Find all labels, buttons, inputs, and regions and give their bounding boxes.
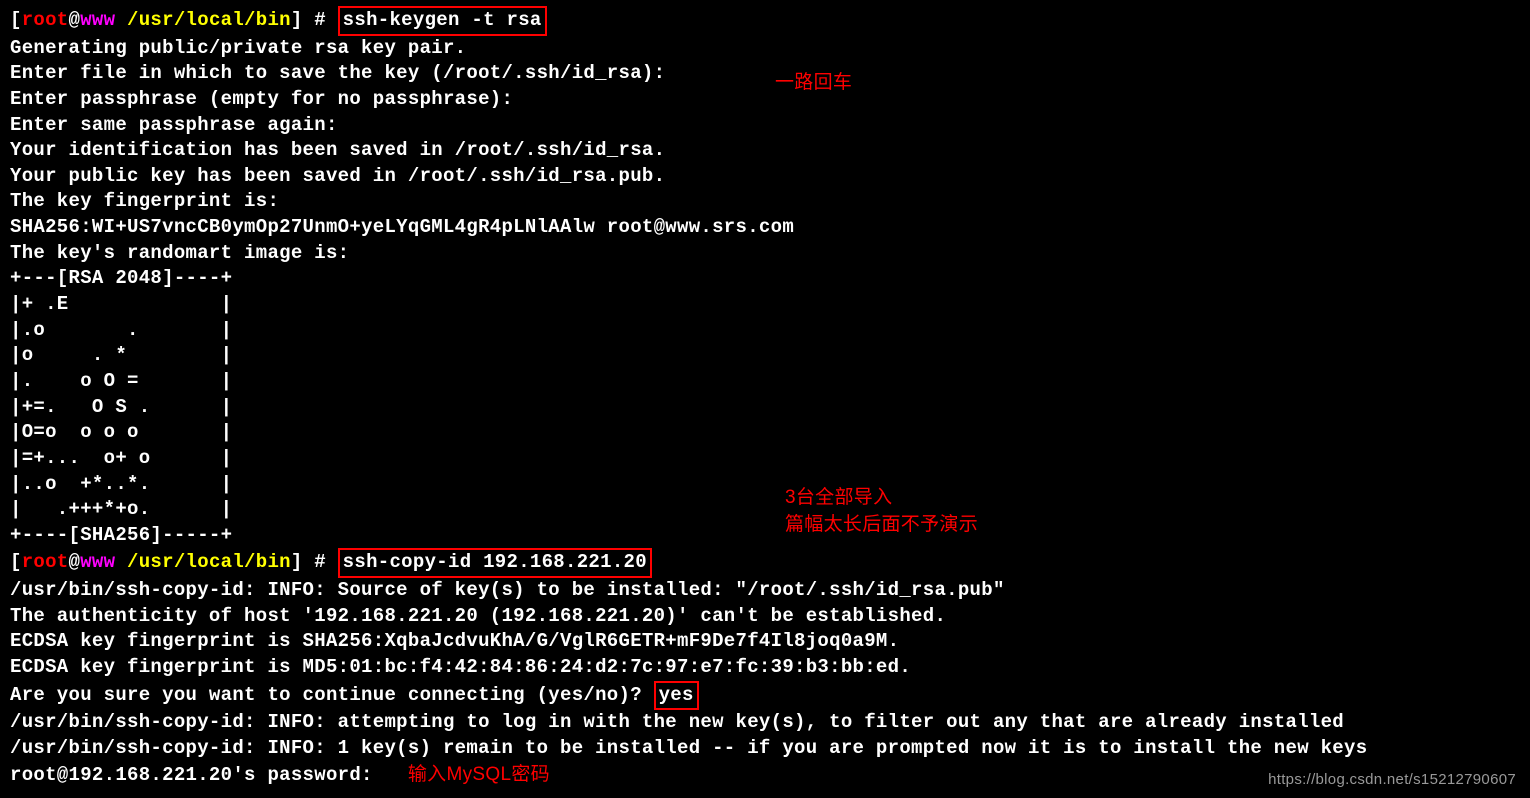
terminal-line: Generating public/private rsa key pair. xyxy=(10,36,1520,62)
randomart-line: | .+++*+o. | xyxy=(10,497,1520,523)
annotation-length: 篇幅太长后面不予演示 xyxy=(785,512,978,538)
watermark: https://blog.csdn.net/s15212790607 xyxy=(1268,770,1516,790)
randomart-line: +---[RSA 2048]----+ xyxy=(10,266,1520,292)
terminal-line: Your identification has been saved in /r… xyxy=(10,138,1520,164)
randomart-line: |=+... o+ o | xyxy=(10,446,1520,472)
terminal-line: ECDSA key fingerprint is MD5:01:bc:f4:42… xyxy=(10,655,1520,681)
command-ssh-copy-id[interactable]: ssh-copy-id 192.168.221.20 xyxy=(338,548,652,578)
terminal-line: The key fingerprint is: xyxy=(10,189,1520,215)
randomart-line: |o . * | xyxy=(10,343,1520,369)
randomart-line: |.o . | xyxy=(10,318,1520,344)
terminal-line: Enter passphrase (empty for no passphras… xyxy=(10,87,1520,113)
terminal-line-prompt1: [root@www /usr/local/bin] # ssh-keygen -… xyxy=(10,6,1520,36)
terminal-line: Enter same passphrase again: xyxy=(10,113,1520,139)
terminal-line: ECDSA key fingerprint is SHA256:XqbaJcdv… xyxy=(10,629,1520,655)
command-ssh-keygen[interactable]: ssh-keygen -t rsa xyxy=(338,6,547,36)
randomart-line: |+=. O S . | xyxy=(10,395,1520,421)
annotation-import: 3台全部导入 xyxy=(785,485,892,511)
annotation-enter: 一路回车 xyxy=(775,70,852,96)
terminal-line: SHA256:WI+US7vncCB0ymOp27UnmO+yeLYqGML4g… xyxy=(10,215,1520,241)
randomart-line: |. o O = | xyxy=(10,369,1520,395)
randomart-line: |..o +*..*. | xyxy=(10,472,1520,498)
randomart-line: +----[SHA256]-----+ xyxy=(10,523,1520,549)
annotation-password: 输入MySQL密码 xyxy=(408,764,550,785)
randomart-line: |O=o o o o | xyxy=(10,420,1520,446)
terminal-line-prompt2: [root@www /usr/local/bin] # ssh-copy-id … xyxy=(10,548,1520,578)
terminal-line: /usr/bin/ssh-copy-id: INFO: Source of ke… xyxy=(10,578,1520,604)
terminal-line: /usr/bin/ssh-copy-id: INFO: attempting t… xyxy=(10,710,1520,736)
randomart-line: |+ .E | xyxy=(10,292,1520,318)
terminal-line: Your public key has been saved in /root/… xyxy=(10,164,1520,190)
terminal-line: The key's randomart image is: xyxy=(10,241,1520,267)
terminal-line: Are you sure you want to continue connec… xyxy=(10,681,1520,711)
terminal-line: Enter file in which to save the key (/ro… xyxy=(10,61,1520,87)
terminal-line: /usr/bin/ssh-copy-id: INFO: 1 key(s) rem… xyxy=(10,736,1520,762)
input-yes[interactable]: yes xyxy=(654,681,699,711)
terminal-line: The authenticity of host '192.168.221.20… xyxy=(10,604,1520,630)
